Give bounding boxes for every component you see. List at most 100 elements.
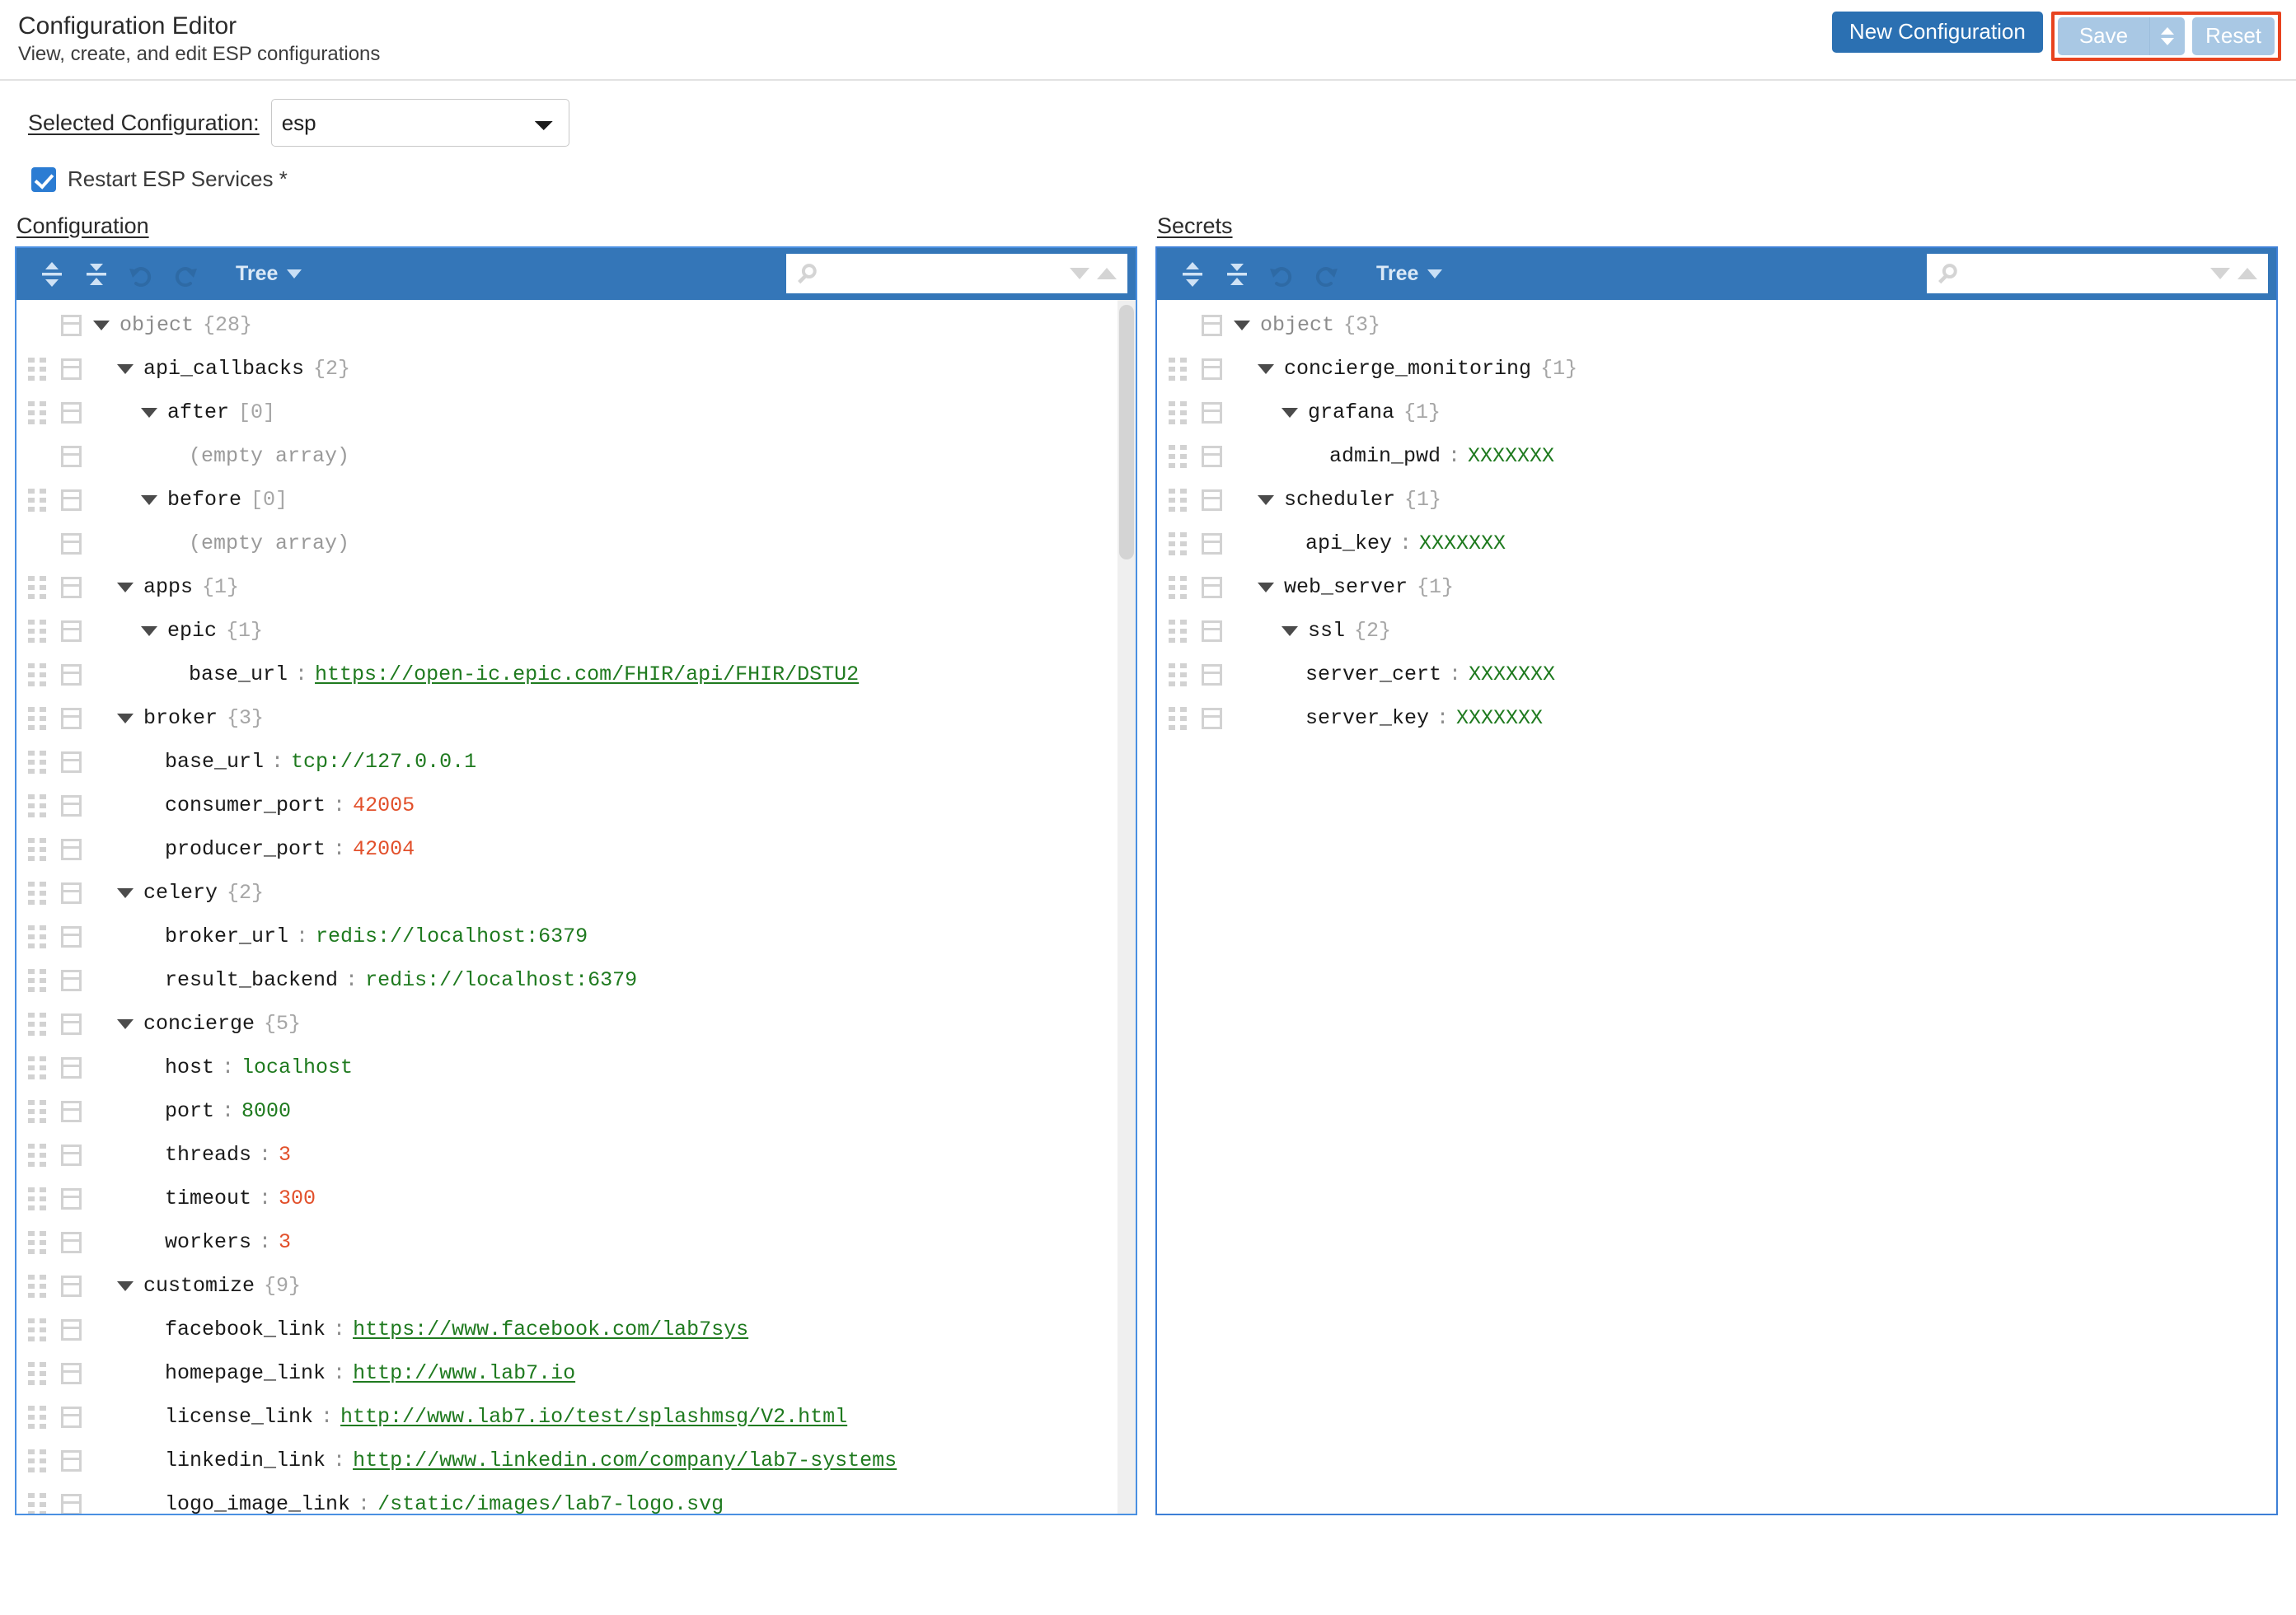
- tree-key[interactable]: concierge_monitoring: [1284, 357, 1531, 381]
- tree-mode-dropdown[interactable]: Tree: [1376, 262, 1443, 286]
- tree-key[interactable]: web_server: [1284, 575, 1408, 599]
- tree-row[interactable]: web_server {1}: [1157, 565, 2276, 609]
- context-menu-icon[interactable]: [61, 1231, 82, 1253]
- tree-row[interactable]: server_cert: XXXXXXX: [1157, 653, 2276, 696]
- drag-handle-icon[interactable]: [26, 837, 48, 862]
- context-menu-icon[interactable]: [1202, 707, 1222, 729]
- tree-key[interactable]: server_key: [1305, 706, 1429, 730]
- tree-key[interactable]: after: [167, 400, 229, 424]
- drag-handle-icon[interactable]: [26, 1056, 48, 1080]
- save-button-group[interactable]: Save: [2057, 17, 2186, 55]
- drag-handle-icon[interactable]: [26, 1492, 48, 1514]
- context-menu-icon[interactable]: [61, 1493, 82, 1514]
- tree-row[interactable]: base_url: tcp://127.0.0.1: [16, 740, 1136, 784]
- drag-handle-icon[interactable]: [26, 968, 48, 993]
- tree-row[interactable]: server_key: XXXXXXX: [1157, 696, 2276, 740]
- tree-value[interactable]: 3: [279, 1143, 291, 1167]
- tree-key[interactable]: api_callbacks: [143, 357, 304, 381]
- drag-handle-icon[interactable]: [26, 1099, 48, 1124]
- expander-down-icon[interactable]: [141, 407, 157, 418]
- expander-down-icon[interactable]: [93, 320, 110, 330]
- tree-value[interactable]: localhost: [241, 1056, 353, 1079]
- expander-down-icon[interactable]: [1258, 363, 1274, 374]
- tree-key[interactable]: consumer_port: [165, 793, 326, 817]
- context-menu-icon[interactable]: [61, 751, 82, 773]
- tree-value[interactable]: tcp://127.0.0.1: [291, 750, 476, 774]
- tree-row[interactable]: broker_url: redis://localhost:6379: [16, 915, 1136, 958]
- context-menu-icon[interactable]: [61, 969, 82, 991]
- tree-row[interactable]: after [0]: [16, 391, 1136, 434]
- context-menu-icon[interactable]: [61, 314, 82, 336]
- expander-down-icon[interactable]: [117, 713, 134, 723]
- expander-down-icon[interactable]: [117, 887, 134, 898]
- tree-key[interactable]: celery: [143, 881, 218, 905]
- drag-handle-icon[interactable]: [26, 1187, 48, 1211]
- drag-handle-icon[interactable]: [26, 750, 48, 775]
- tree-key[interactable]: workers: [165, 1230, 251, 1254]
- expander-down-icon[interactable]: [1258, 494, 1274, 505]
- configuration-search-input[interactable]: [827, 262, 1066, 285]
- tree-value-link[interactable]: http://www.lab7.io/test/splashmsg/V2.htm…: [340, 1405, 847, 1429]
- tree-row[interactable]: workers:3: [16, 1220, 1136, 1264]
- context-menu-icon[interactable]: [61, 663, 82, 686]
- tree-key[interactable]: result_backend: [165, 968, 338, 992]
- drag-handle-icon[interactable]: [1167, 706, 1188, 731]
- context-menu-icon[interactable]: [61, 620, 82, 642]
- context-menu-icon[interactable]: [61, 1406, 82, 1428]
- tree-key[interactable]: facebook_link: [165, 1318, 326, 1341]
- drag-handle-icon[interactable]: [26, 575, 48, 600]
- tree-row[interactable]: object {3}: [1157, 303, 2276, 347]
- tree-key[interactable]: host: [165, 1056, 214, 1079]
- expander-down-icon[interactable]: [1282, 407, 1298, 418]
- tree-value[interactable]: XXXXXXX: [1468, 444, 1554, 468]
- drag-handle-icon[interactable]: [26, 1449, 48, 1473]
- drag-handle-icon[interactable]: [1167, 400, 1188, 425]
- tree-value[interactable]: 300: [279, 1187, 316, 1210]
- expand-all-icon[interactable]: [30, 255, 74, 294]
- search-previous-icon[interactable]: [2233, 260, 2261, 288]
- tree-key[interactable]: broker_url: [165, 925, 288, 948]
- tree-key[interactable]: api_key: [1305, 531, 1392, 555]
- search-next-icon[interactable]: [1066, 260, 1094, 288]
- context-menu-icon[interactable]: [61, 489, 82, 511]
- tree-key[interactable]: ssl: [1308, 619, 1345, 643]
- context-menu-icon[interactable]: [61, 1362, 82, 1384]
- tree-row[interactable]: before [0]: [16, 478, 1136, 522]
- tree-value[interactable]: XXXXXXX: [1469, 662, 1555, 686]
- tree-value[interactable]: 3: [279, 1230, 291, 1254]
- drag-handle-icon[interactable]: [26, 706, 48, 731]
- tree-row[interactable]: customize {9}: [16, 1264, 1136, 1308]
- context-menu-icon[interactable]: [1202, 445, 1222, 467]
- tree-value[interactable]: 42005: [353, 793, 415, 817]
- tree-key[interactable]: apps: [143, 575, 193, 599]
- tree-key[interactable]: producer_port: [165, 837, 326, 861]
- search-next-icon[interactable]: [2206, 260, 2234, 288]
- tree-row[interactable]: ssl {2}: [1157, 609, 2276, 653]
- drag-handle-icon[interactable]: [26, 488, 48, 513]
- tree-value[interactable]: redis://localhost:6379: [316, 925, 588, 948]
- drag-handle-icon[interactable]: [26, 881, 48, 906]
- context-menu-icon[interactable]: [61, 925, 82, 948]
- expander-down-icon[interactable]: [117, 363, 134, 374]
- tree-row[interactable]: port:8000: [16, 1089, 1136, 1133]
- collapse-all-icon[interactable]: [1215, 255, 1259, 294]
- tree-row[interactable]: host: localhost: [16, 1046, 1136, 1089]
- tree-key[interactable]: scheduler: [1284, 488, 1395, 512]
- context-menu-icon[interactable]: [61, 1013, 82, 1035]
- context-menu-icon[interactable]: [61, 1449, 82, 1472]
- configuration-scrollbar-thumb[interactable]: [1119, 305, 1134, 559]
- drag-handle-icon[interactable]: [26, 1143, 48, 1168]
- tree-key[interactable]: customize: [143, 1274, 255, 1298]
- tree-row[interactable]: grafana {1}: [1157, 391, 2276, 434]
- reset-button[interactable]: Reset: [2192, 17, 2275, 55]
- tree-key[interactable]: timeout: [165, 1187, 251, 1210]
- tree-key[interactable]: license_link: [165, 1405, 313, 1429]
- drag-handle-icon[interactable]: [1167, 488, 1188, 513]
- tree-value[interactable]: 8000: [241, 1099, 291, 1123]
- tree-row[interactable]: linkedin_link: http://www.linkedin.com/co…: [16, 1439, 1136, 1482]
- tree-row[interactable]: base_url: https://open-ic.epic.com/FHIR/a…: [16, 653, 1136, 696]
- context-menu-icon[interactable]: [61, 838, 82, 860]
- tree-key[interactable]: server_cert: [1305, 662, 1441, 686]
- expander-down-icon[interactable]: [141, 625, 157, 636]
- context-menu-icon[interactable]: [61, 1275, 82, 1297]
